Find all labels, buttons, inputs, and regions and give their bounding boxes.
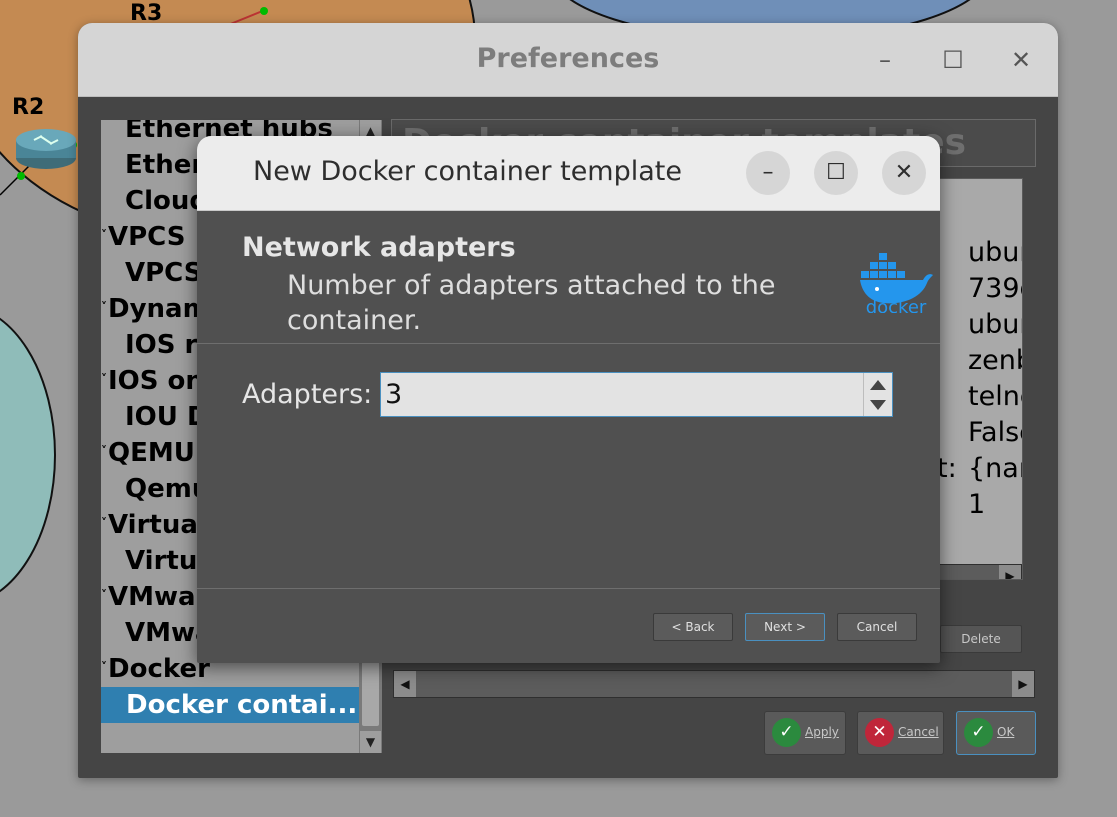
maximize-icon[interactable]: ☐ — [936, 43, 970, 77]
docker-logo-text: docker — [866, 297, 927, 313]
maximize-icon[interactable]: ☐ — [814, 151, 858, 195]
preferences-titlebar: Preferences – ☐ ✕ — [78, 23, 1058, 97]
expand-arrow-icon[interactable]: ˅ — [101, 228, 107, 242]
info-value: 1 — [968, 489, 986, 520]
tree-item[interactable]: ˅Docker — [101, 651, 210, 687]
wizard-header: Network adapters Number of adapters atta… — [197, 211, 940, 344]
cancel-button[interactable]: Cancel — [837, 613, 917, 641]
info-value: 739c — [968, 273, 1022, 304]
expand-arrow-icon[interactable]: ˅ — [101, 300, 107, 314]
scroll-right-icon[interactable]: ▶ — [999, 565, 1021, 579]
tree-item[interactable]: Docker contai... — [101, 687, 360, 723]
scroll-right-icon[interactable]: ▶ — [1012, 671, 1034, 697]
tree-item[interactable]: ˅QEMU — [101, 435, 195, 471]
preferences-title: Preferences — [476, 43, 660, 74]
scroll-left-icon[interactable]: ◀ — [394, 671, 416, 697]
ok-label: OK — [997, 725, 1015, 739]
info-value: ubuntu — [968, 237, 1022, 268]
info-value: ubuntu — [968, 309, 1022, 340]
expand-arrow-icon[interactable]: ˅ — [101, 444, 107, 458]
router-r2-icon[interactable] — [16, 129, 76, 169]
apply-button[interactable]: ✓ Apply — [764, 711, 846, 755]
tree-item[interactable]: ˅VPCS — [101, 219, 185, 255]
cross-icon: ✕ — [865, 718, 894, 747]
ok-button[interactable]: ✓ OK — [956, 711, 1036, 755]
wizard-page-subtitle: Number of adapters attached to the conta… — [287, 270, 776, 336]
cancel-button[interactable]: ✕ Cancel — [857, 711, 944, 755]
cancel-label: Cancel — [898, 725, 939, 739]
docker-logo-icon: docker — [860, 253, 933, 313]
check-icon: ✓ — [964, 718, 993, 747]
expand-arrow-icon[interactable]: ˅ — [101, 372, 107, 386]
expand-arrow-icon[interactable]: ˅ — [101, 660, 107, 674]
divider — [197, 588, 940, 589]
scroll-down-icon[interactable]: ▼ — [360, 731, 381, 753]
spinbox-buttons[interactable] — [863, 373, 892, 416]
info-value: telnet — [968, 381, 1022, 412]
adapters-label: Adapters: — [242, 379, 373, 410]
tree-item-label: QEMU — [108, 438, 195, 468]
tree-item-label: VPCS — [108, 222, 186, 252]
increment-icon[interactable] — [870, 380, 886, 390]
tree-item-label: Docker — [108, 654, 210, 684]
adapters-value[interactable]: 3 — [385, 379, 402, 410]
minimize-icon[interactable]: – — [746, 151, 790, 195]
wizard-page-title: Network adapters — [242, 232, 516, 263]
expand-arrow-icon[interactable]: ˅ — [101, 588, 107, 602]
tree-item-label: Docker contai... — [126, 690, 358, 720]
new-docker-template-dialog: New Docker container template – ☐ ✕ Netw… — [197, 136, 940, 663]
info-value: {nam — [968, 453, 1022, 484]
close-icon[interactable]: ✕ — [882, 151, 926, 195]
dialog-titlebar: New Docker container template – ☐ ✕ — [197, 136, 940, 211]
info-value: zenb — [968, 345, 1022, 376]
dialog-title: New Docker container template — [253, 156, 682, 187]
next-button[interactable]: Next > — [745, 613, 825, 641]
adapters-spinbox[interactable]: 3 — [380, 372, 893, 417]
close-icon[interactable]: ✕ — [1004, 43, 1038, 77]
main-hscrollbar[interactable]: ◀ ▶ — [393, 670, 1035, 698]
apply-label: Apply — [805, 725, 839, 739]
delete-button[interactable]: Delete — [940, 625, 1022, 653]
node-label-r2: R2 — [12, 95, 44, 120]
expand-arrow-icon[interactable]: ˅ — [101, 516, 107, 530]
back-button[interactable]: < Back — [653, 613, 733, 641]
teal-zone — [0, 317, 56, 593]
check-icon: ✓ — [772, 718, 801, 747]
decrement-icon[interactable] — [870, 400, 886, 410]
minimize-icon[interactable]: – — [868, 43, 902, 77]
info-value: False — [968, 417, 1022, 448]
